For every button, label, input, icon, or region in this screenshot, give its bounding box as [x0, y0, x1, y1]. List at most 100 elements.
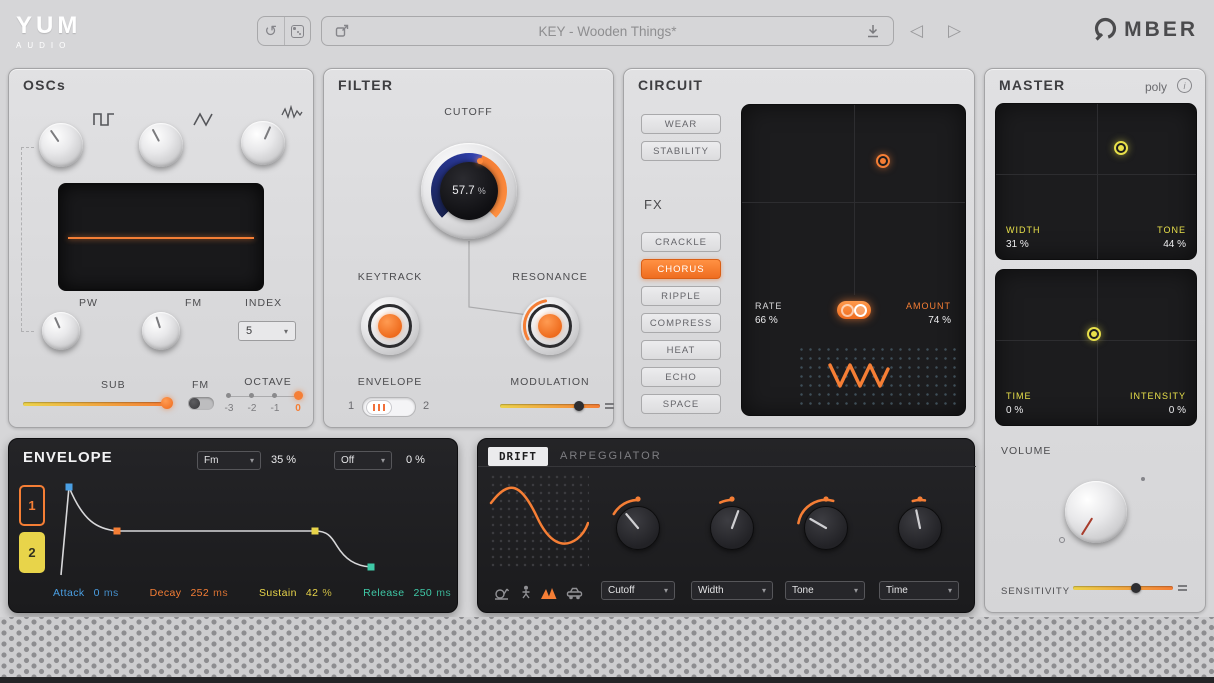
attack-readout[interactable]: Attack0ms	[53, 587, 119, 599]
octave-option[interactable]: -2	[244, 403, 260, 414]
time-intensity-xy-pad[interactable]: TIME 0 % INTENSITY 0 %	[995, 269, 1197, 426]
tab-divider	[478, 466, 976, 467]
preset-name[interactable]: KEY - Wooden Things*	[350, 24, 865, 39]
resonance-knob[interactable]	[521, 297, 579, 355]
car-icon[interactable]	[566, 586, 583, 600]
osc1-level-knob[interactable]	[39, 123, 83, 167]
amount-value[interactable]: 74 %	[928, 315, 951, 326]
index-select[interactable]: 5	[238, 321, 296, 341]
export-preset-icon[interactable]	[334, 23, 350, 39]
sub-slider[interactable]	[23, 399, 169, 409]
fx-chorus-button[interactable]: CHORUS	[641, 259, 721, 279]
pad-gridline	[1097, 104, 1098, 260]
chorus-xy-handle[interactable]	[876, 154, 890, 168]
decay-readout[interactable]: Decay252ms	[150, 587, 228, 599]
randomize-button[interactable]	[285, 17, 311, 45]
width-tone-xy-pad[interactable]: WIDTH 31 % TONE 44 %	[995, 103, 1197, 260]
sensitivity-slider-handle[interactable]	[1131, 583, 1141, 593]
snail-icon[interactable]	[494, 587, 510, 601]
chorus-xy-pad[interactable]: RATE 66 % AMOUNT 74 %	[741, 104, 966, 416]
env-option-2[interactable]: 2	[423, 400, 429, 412]
release-readout[interactable]: Release250ms	[363, 587, 451, 599]
voice-mode-label[interactable]: poly	[1145, 80, 1167, 94]
time-intensity-handle[interactable]	[1087, 327, 1101, 341]
keytrack-knob[interactable]	[361, 297, 419, 355]
octave-tick[interactable]	[226, 393, 231, 398]
envelope-select-toggle[interactable]	[362, 397, 416, 417]
fx-label: FX	[644, 197, 663, 212]
tab-drift[interactable]: DRIFT	[488, 447, 548, 466]
volume-knob[interactable]	[1065, 481, 1127, 543]
octave-tick-selected[interactable]	[294, 391, 303, 400]
envelope-tab-1[interactable]: 1	[19, 485, 45, 526]
octave-tick[interactable]	[272, 393, 277, 398]
stability-button[interactable]: STABILITY	[641, 141, 721, 161]
attack-handle[interactable]	[66, 484, 73, 491]
sustain-handle[interactable]	[312, 528, 319, 535]
cutoff-knob[interactable]: 57.7 %	[421, 143, 517, 239]
drift-target-1-select[interactable]: Cutoff	[601, 581, 675, 600]
info-icon[interactable]	[1177, 78, 1192, 93]
width-value[interactable]: 31 %	[1006, 239, 1029, 250]
sensitivity-slider[interactable]	[1073, 583, 1173, 593]
save-preset-icon[interactable]	[865, 23, 881, 39]
fm-knob[interactable]	[142, 312, 180, 350]
drift-target-3-select[interactable]: Tone	[785, 581, 865, 600]
modulation-slider-handle[interactable]	[574, 401, 584, 411]
octave-option-selected[interactable]: 0	[290, 403, 306, 414]
tone-value[interactable]: 44 %	[1163, 239, 1186, 250]
drift-target-4-select[interactable]: Time	[879, 581, 959, 600]
mod-amount-1[interactable]: 35 %	[271, 454, 296, 466]
rate-value[interactable]: 66 %	[755, 315, 778, 326]
mod-amount-2[interactable]: 0 %	[406, 454, 425, 466]
intensity-value[interactable]: 0 %	[1169, 405, 1186, 416]
env-mod-target-2-select[interactable]: Off	[334, 451, 392, 470]
width-tone-handle[interactable]	[1114, 141, 1128, 155]
envelope-toggle-handle[interactable]	[366, 400, 392, 415]
drift-knob-2[interactable]	[700, 496, 764, 560]
tab-arpeggiator[interactable]: ARPEGGIATOR	[560, 450, 662, 462]
envelope-tab-2[interactable]: 2	[19, 532, 45, 573]
drift-wave-display[interactable]	[489, 473, 589, 570]
sustain-value[interactable]: 42	[306, 587, 318, 599]
fx-space-button[interactable]: SPACE	[641, 394, 721, 414]
sub-slider-handle[interactable]	[161, 397, 173, 409]
osc2-level-knob[interactable]	[139, 123, 183, 167]
oscilloscope-display[interactable]	[58, 183, 264, 291]
fx-ripple-button[interactable]: RIPPLE	[641, 286, 721, 306]
drift-knob-3[interactable]	[794, 496, 858, 560]
attack-value[interactable]: 0	[94, 587, 100, 599]
fx-compress-button[interactable]: COMPRESS	[641, 313, 721, 333]
drift-target-2-select[interactable]: Width	[691, 581, 773, 600]
modulation-slider[interactable]	[500, 401, 600, 411]
brand-text: YUM	[16, 12, 81, 40]
mountain-icon[interactable]	[540, 586, 557, 600]
pw-knob[interactable]	[42, 312, 80, 350]
preset-browser[interactable]: KEY - Wooden Things*	[321, 16, 894, 46]
time-value[interactable]: 0 %	[1006, 405, 1023, 416]
release-value[interactable]: 250	[413, 587, 432, 599]
release-handle[interactable]	[368, 564, 375, 571]
drift-knob-4[interactable]	[888, 496, 952, 560]
fx-heat-button[interactable]: HEAT	[641, 340, 721, 360]
envelope-curve-display[interactable]	[53, 479, 455, 583]
octave-option[interactable]: -3	[221, 403, 237, 414]
next-preset-button[interactable]	[948, 21, 961, 41]
decay-handle[interactable]	[114, 528, 121, 535]
undo-random-button[interactable]	[258, 17, 285, 45]
decay-value[interactable]: 252	[190, 587, 209, 599]
chorus-power-toggle[interactable]	[837, 301, 871, 319]
env-option-1[interactable]: 1	[348, 400, 354, 412]
env-mod-target-1-select[interactable]: Fm	[197, 451, 261, 470]
fx-crackle-button[interactable]: CRACKLE	[641, 232, 721, 252]
osc3-level-knob[interactable]	[241, 121, 285, 165]
octave-option[interactable]: -1	[267, 403, 283, 414]
wear-button[interactable]: WEAR	[641, 114, 721, 134]
person-icon[interactable]	[518, 585, 534, 601]
drift-knob-1[interactable]	[606, 496, 670, 560]
fm-toggle[interactable]	[188, 397, 214, 410]
octave-tick[interactable]	[249, 393, 254, 398]
fx-echo-button[interactable]: ECHO	[641, 367, 721, 387]
sustain-readout[interactable]: Sustain42%	[259, 587, 332, 599]
previous-preset-button[interactable]	[910, 21, 923, 41]
